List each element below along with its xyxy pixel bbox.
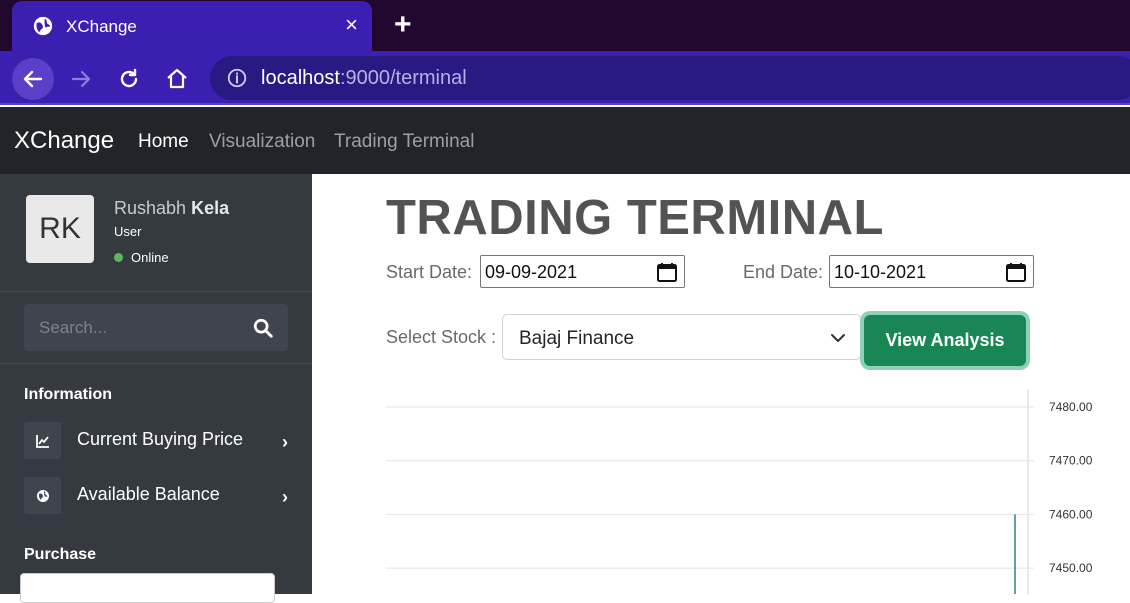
forward-button[interactable]: [60, 58, 102, 100]
user-role: User: [114, 224, 142, 239]
calendar-icon[interactable]: [1005, 261, 1027, 283]
search-input[interactable]: Search...: [39, 318, 107, 338]
chevron-right-icon: ›: [282, 487, 288, 507]
nav-link-home[interactable]: Home: [138, 131, 189, 153]
app-navbar: XChange Home Visualization Trading Termi…: [0, 107, 1130, 174]
end-date-value: 10-10-2021: [834, 262, 927, 282]
url-path: :9000/terminal: [339, 67, 467, 89]
globe-icon: [33, 16, 53, 36]
browser-toolbar: localhost:9000/terminal: [0, 51, 1130, 105]
address-bar[interactable]: localhost:9000/terminal: [210, 56, 1130, 100]
browser-tab[interactable]: XChange ×: [12, 1, 372, 51]
start-date-value: 09-09-2021: [485, 262, 578, 282]
information-heading: Information: [24, 386, 112, 403]
purchase-heading: Purchase: [24, 546, 97, 563]
purchase-input[interactable]: [20, 573, 275, 603]
stock-price-chart[interactable]: 7480.00 7470.00 7460.00 7450.00: [386, 390, 1130, 594]
y-tick-label: 7450.00: [1049, 561, 1093, 575]
sidebar-item-label: Available Balance: [77, 484, 220, 504]
nav-link-visualization[interactable]: Visualization: [209, 131, 315, 153]
nav-link-trading-terminal[interactable]: Trading Terminal: [334, 131, 474, 153]
sidebar-item-available-balance[interactable]: Available Balance ›: [24, 477, 304, 515]
user-name: Rushabh Kela: [114, 198, 229, 219]
y-tick-label: 7480.00: [1049, 400, 1093, 414]
avatar: RK: [26, 195, 94, 263]
chevron-right-icon: ›: [282, 432, 288, 452]
url-host: localhost: [261, 67, 340, 89]
arrow-left-icon: [23, 70, 43, 88]
search-icon[interactable]: [252, 317, 274, 339]
new-tab-button[interactable]: +: [394, 10, 412, 40]
sidebar-item-current-buying-price[interactable]: Current Buying Price ›: [24, 422, 304, 460]
user-first-name: Rushabh: [114, 198, 187, 218]
arrow-right-icon: [71, 70, 91, 88]
end-date-input[interactable]: 10-10-2021: [829, 255, 1034, 288]
info-icon[interactable]: [226, 67, 248, 89]
view-analysis-button[interactable]: View Analysis: [864, 315, 1026, 366]
reload-icon: [120, 68, 138, 88]
globe-icon: [24, 477, 61, 514]
back-button[interactable]: [12, 58, 54, 100]
chevron-down-icon: [831, 334, 845, 342]
y-tick-label: 7470.00: [1049, 454, 1093, 468]
sidebar-divider: [0, 291, 312, 292]
sidebar-item-label: Current Buying Price: [77, 429, 244, 449]
select-stock-label: Select Stock :: [386, 327, 497, 347]
reload-button[interactable]: [108, 58, 150, 100]
brand-logo[interactable]: XChange: [14, 127, 114, 155]
y-tick-label: 7460.00: [1049, 507, 1093, 521]
home-icon: [167, 68, 187, 89]
stock-select[interactable]: Bajaj Finance: [502, 314, 861, 360]
browser-tab-strip: XChange × +: [0, 0, 1130, 51]
chart-line-icon: [24, 422, 61, 459]
tab-close-icon[interactable]: ×: [345, 13, 358, 37]
url-text: localhost:9000/terminal: [261, 67, 467, 90]
sidebar-divider: [0, 363, 312, 364]
sidebar-search[interactable]: Search...: [24, 304, 288, 351]
user-status: Online: [114, 250, 169, 265]
start-date-label: Start Date:: [386, 262, 473, 282]
user-status-text: Online: [131, 250, 169, 265]
page-title: TRADING TERMINAL: [386, 191, 884, 245]
stock-select-value: Bajaj Finance: [519, 328, 635, 349]
online-status-dot: [114, 253, 123, 262]
tab-title: XChange: [66, 17, 137, 36]
home-button[interactable]: [156, 58, 198, 100]
start-date-input[interactable]: 09-09-2021: [480, 255, 685, 288]
user-last-name: Kela: [191, 198, 230, 218]
sidebar: RK Rushabh Kela User Online Search... In…: [0, 174, 312, 603]
end-date-label: End Date:: [743, 262, 824, 282]
calendar-icon[interactable]: [656, 261, 678, 283]
